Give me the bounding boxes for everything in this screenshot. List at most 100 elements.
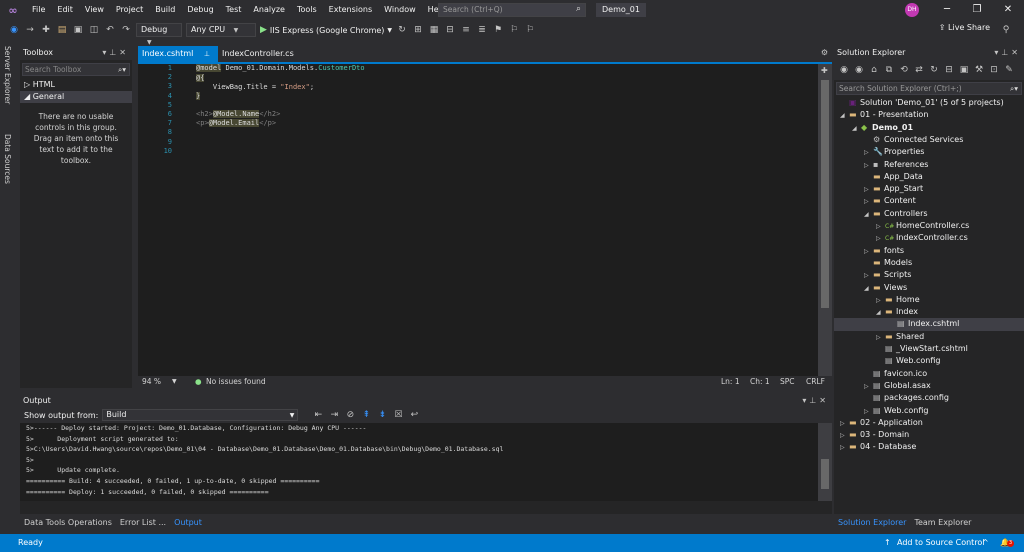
- menu-project[interactable]: Project: [110, 0, 149, 20]
- tree-item[interactable]: ▷ C# IndexController.cs: [834, 232, 1024, 244]
- show-all-files-icon[interactable]: ▣: [958, 65, 970, 75]
- pending-changes-icon[interactable]: ⟲: [898, 65, 910, 75]
- forward-icon[interactable]: ◉: [853, 65, 865, 75]
- zoom-level[interactable]: 94 %: [142, 376, 161, 388]
- comment-icon[interactable]: ≡: [460, 25, 472, 35]
- tree-item[interactable]: ◢ ◆ Demo_01: [834, 122, 1024, 134]
- tree-item[interactable]: ▷ ▬ Shared: [834, 331, 1024, 343]
- tab-data-tools-operations[interactable]: Data Tools Operations: [20, 516, 116, 530]
- menu-file[interactable]: File: [26, 0, 51, 20]
- whitespace-mode[interactable]: SPC: [780, 376, 795, 388]
- uncomment-icon[interactable]: ≣: [476, 25, 488, 35]
- tab-team-explorer[interactable]: Team Explorer: [910, 516, 975, 530]
- tree-item[interactable]: ▷ ▬ 03 - Domain: [834, 429, 1024, 441]
- menu-build[interactable]: Build: [149, 0, 181, 20]
- tree-item[interactable]: ▷ ▤ Web.config: [834, 405, 1024, 417]
- home-icon[interactable]: ⌂: [868, 65, 880, 75]
- bookmark-next-icon[interactable]: ⚐: [524, 25, 536, 35]
- find-message-icon[interactable]: ⇥: [328, 410, 340, 420]
- menu-analyze[interactable]: Analyze: [247, 0, 291, 20]
- tree-item[interactable]: ▤ favicon.ico: [834, 368, 1024, 380]
- tree-item[interactable]: ▬ App_Data: [834, 171, 1024, 183]
- forward-icon[interactable]: →: [24, 25, 36, 35]
- toolbox-group-general[interactable]: ◢ General: [20, 91, 132, 103]
- close-icon[interactable]: ✕: [1011, 48, 1021, 57]
- code-editor[interactable]: 1 2 3 4 5 6 7 8 9 10 @model Demo_01.Domain.Models…: [138, 62, 832, 376]
- collapsed-arrow-icon[interactable]: ▷: [840, 442, 849, 454]
- output-scrollbar[interactable]: [818, 423, 832, 501]
- collapse-all-icon[interactable]: ⊟: [943, 65, 955, 75]
- preview-icon[interactable]: ⊡: [988, 65, 1000, 75]
- pin-icon[interactable]: ⊥: [1001, 48, 1011, 57]
- open-folder-icon[interactable]: ▤: [56, 25, 68, 35]
- avatar[interactable]: DH: [905, 3, 919, 17]
- tree-item[interactable]: ◢ ▬ Index: [834, 306, 1024, 318]
- menu-test[interactable]: Test: [220, 0, 248, 20]
- tree-item[interactable]: ▤ _ViewStart.cshtml: [834, 343, 1024, 355]
- line-ending[interactable]: CRLF: [806, 376, 825, 388]
- pin-icon[interactable]: ⊥: [809, 396, 819, 405]
- close-button[interactable]: ✕: [993, 0, 1023, 20]
- tree-item[interactable]: ▷ ▬ 02 - Application: [834, 417, 1024, 429]
- solution-explorer-search-input[interactable]: Search Solution Explorer (Ctrl+;) ⌕▾: [836, 82, 1022, 95]
- scrollbar-thumb[interactable]: [821, 459, 829, 489]
- maximize-button[interactable]: ❐: [962, 0, 992, 20]
- scrollbar-thumb[interactable]: [821, 80, 829, 308]
- next-message-icon[interactable]: ⇟: [376, 410, 388, 420]
- clear-all-icon[interactable]: ⊘: [344, 410, 356, 420]
- platform-dropdown[interactable]: Any CPU ▼: [186, 23, 256, 37]
- properties-icon[interactable]: ⚒: [973, 65, 985, 75]
- toolbox-group-html[interactable]: ▷ HTML: [20, 79, 132, 91]
- edit-icon[interactable]: ✎: [1003, 65, 1015, 75]
- tree-item[interactable]: ◢ ▬ Controllers: [834, 208, 1024, 220]
- word-wrap-icon[interactable]: ↩: [408, 410, 420, 420]
- pin-icon[interactable]: ⊥: [204, 50, 210, 58]
- menu-window[interactable]: Window: [378, 0, 422, 20]
- tree-item[interactable]: ▷ ▪ References: [834, 159, 1024, 171]
- bookmark-prev-icon[interactable]: ⚐: [508, 25, 520, 35]
- pin-icon[interactable]: ⊥: [109, 48, 119, 57]
- tree-item[interactable]: ▷ ▤ Global.asax: [834, 380, 1024, 392]
- back-icon[interactable]: ◉: [838, 65, 850, 75]
- tree-item[interactable]: ▷ 🔧Properties: [834, 146, 1024, 158]
- tree-item[interactable]: ▷ ▬ Home: [834, 294, 1024, 306]
- menu-debug[interactable]: Debug: [181, 0, 219, 20]
- tree-item[interactable]: ▣ Solution 'Demo_01' (5 of 5 projects): [834, 97, 1024, 109]
- clear-output-icon[interactable]: ☒: [392, 410, 404, 420]
- switch-views-icon[interactable]: ⧉: [883, 65, 895, 75]
- tree-item[interactable]: ▷ ▬ Scripts: [834, 269, 1024, 281]
- tree-item[interactable]: ◢ ▬ 01 - Presentation: [834, 109, 1024, 121]
- live-share-button[interactable]: ⇪ Live Share: [939, 23, 990, 32]
- refresh-icon[interactable]: ↻: [928, 65, 940, 75]
- feedback-icon[interactable]: ⚲: [1000, 25, 1012, 35]
- tab-output[interactable]: Output: [170, 516, 206, 530]
- tab-indexcontroller-cs[interactable]: IndexController.cs: [218, 46, 328, 62]
- tree-item[interactable]: ▤ Index.cshtml: [834, 318, 1024, 331]
- refresh-icon[interactable]: ↻: [396, 25, 408, 35]
- goto-error-icon[interactable]: ⇤: [312, 410, 324, 420]
- close-icon[interactable]: ✕: [819, 396, 829, 405]
- menu-edit[interactable]: Edit: [51, 0, 79, 20]
- add-to-source-control-button[interactable]: Add to Source Control: [897, 534, 985, 552]
- server-explorer-tab[interactable]: Server Explorer: [3, 46, 12, 104]
- prev-message-icon[interactable]: ⇞: [360, 410, 372, 420]
- close-icon[interactable]: ✕: [119, 48, 129, 57]
- chevron-down-icon[interactable]: ▼: [172, 376, 177, 388]
- tree-item[interactable]: ▷ C# HomeController.cs: [834, 220, 1024, 232]
- undo-icon[interactable]: ↶: [104, 25, 116, 35]
- tree-item[interactable]: ◢ ▬ Views: [834, 282, 1024, 294]
- menu-extensions[interactable]: Extensions: [323, 0, 378, 20]
- tree-item[interactable]: ▷ ▬ 04 - Database: [834, 441, 1024, 453]
- issues-label[interactable]: No issues found: [206, 376, 266, 388]
- back-icon[interactable]: ◉: [8, 25, 20, 35]
- sync-icon[interactable]: ⇄: [913, 65, 925, 75]
- tab-index-cshtml[interactable]: Index.cshtml ⊥ ✕: [138, 46, 218, 74]
- data-sources-tab[interactable]: Data Sources: [3, 134, 12, 184]
- tree-item[interactable]: ▷ ▬ fonts: [834, 245, 1024, 257]
- tree-item[interactable]: ▤ packages.config: [834, 392, 1024, 404]
- menu-view[interactable]: View: [79, 0, 110, 20]
- tree-item[interactable]: ▷ ▬ Content: [834, 195, 1024, 207]
- new-project-icon[interactable]: ✚: [40, 25, 52, 35]
- toolbar-icon-2[interactable]: ⊟: [444, 25, 456, 35]
- output-text[interactable]: 5>------ Deploy started: Project: Demo_0…: [20, 423, 818, 501]
